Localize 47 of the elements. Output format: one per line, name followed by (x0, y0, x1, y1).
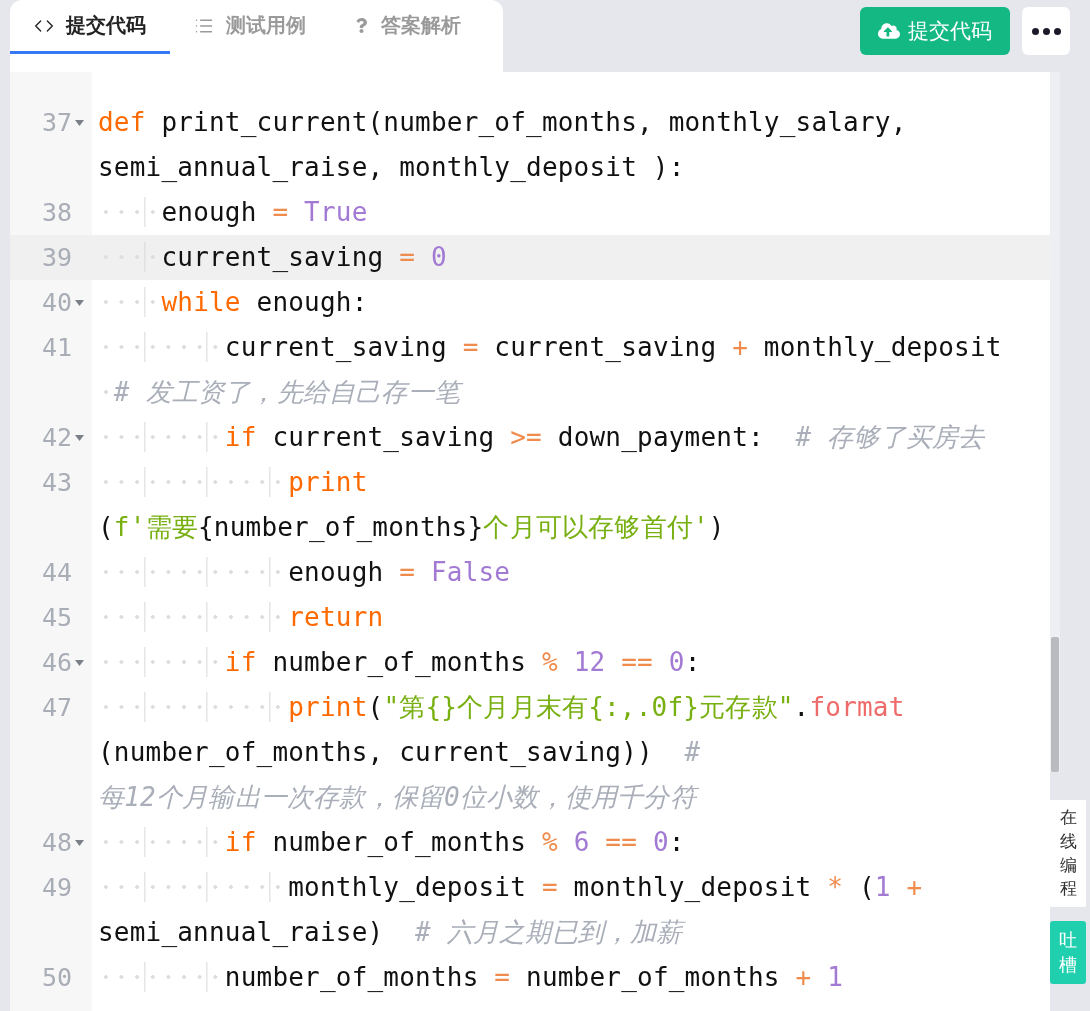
code-line: while enough: (98, 280, 368, 325)
code-line: enough = False (98, 550, 511, 595)
code-line: semi_annual_raise, monthly_deposit ): (98, 151, 685, 184)
line-number: 45 (41, 603, 72, 632)
code-line: if current_saving >= down_payment: # 存够了买房去 (98, 415, 985, 460)
code-line: def print_current(number_of_months, monthly_salary, (98, 106, 907, 139)
line-number: 41 (41, 333, 72, 362)
line-number: 47 (41, 693, 72, 722)
line-number: 39 (41, 243, 72, 272)
tab[interactable]: 提交代码 (10, 0, 170, 54)
line-number: 42 (41, 423, 72, 452)
fold-caret-icon[interactable] (74, 659, 84, 666)
submit-code-button[interactable]: 提交代码 (860, 7, 1010, 55)
code-line: number_of_months = number_of_months + 1 (98, 955, 844, 1000)
code-line: monthly_deposit = monthly_deposit * (1 + (98, 865, 923, 910)
feedback-button[interactable]: 吐槽 (1050, 921, 1086, 984)
fold-caret-icon[interactable] (74, 299, 84, 306)
line-number: 46 (41, 648, 72, 677)
code-line: enough = True (98, 190, 368, 235)
code-line: print("第{}个月月末有{:,.0f}元存款".format (98, 685, 905, 730)
line-number: 40 (41, 288, 72, 317)
line-number: 50 (41, 963, 72, 992)
code-line: print (98, 460, 368, 505)
line-number: 37 (41, 108, 72, 137)
line-number: 49 (41, 873, 72, 902)
cloud-upload-icon (878, 20, 900, 42)
code-line: current_saving = 0 (98, 235, 447, 280)
online-coding-button[interactable]: 在线编程 (1050, 800, 1086, 908)
fold-caret-icon[interactable] (74, 434, 84, 441)
code-line: (number_of_months, current_saving)) # (98, 736, 701, 769)
code-line: return (98, 595, 384, 640)
help-icon (354, 18, 369, 33)
line-number: 43 (41, 468, 72, 497)
fold-caret-icon[interactable] (74, 119, 84, 126)
tab[interactable]: 答案解析 (330, 0, 485, 54)
tab[interactable]: 测试用例 (170, 0, 330, 54)
code-line: current_saving = current_saving + monthly_deposit (98, 325, 1002, 370)
line-number: 44 (41, 558, 72, 587)
line-number: 38 (41, 198, 72, 227)
code-editor[interactable] (10, 72, 1050, 1011)
scrollbar[interactable] (1050, 72, 1060, 772)
more-button[interactable] (1022, 7, 1070, 55)
code-line: if number_of_months % 6 == 0: (98, 820, 685, 865)
code-line: if number_of_months % 12 == 0: (98, 640, 701, 685)
code-line: (f'需要{number_of_months}个月可以存够首付') (98, 511, 725, 544)
fold-caret-icon[interactable] (74, 839, 84, 846)
line-number: 48 (41, 828, 72, 857)
